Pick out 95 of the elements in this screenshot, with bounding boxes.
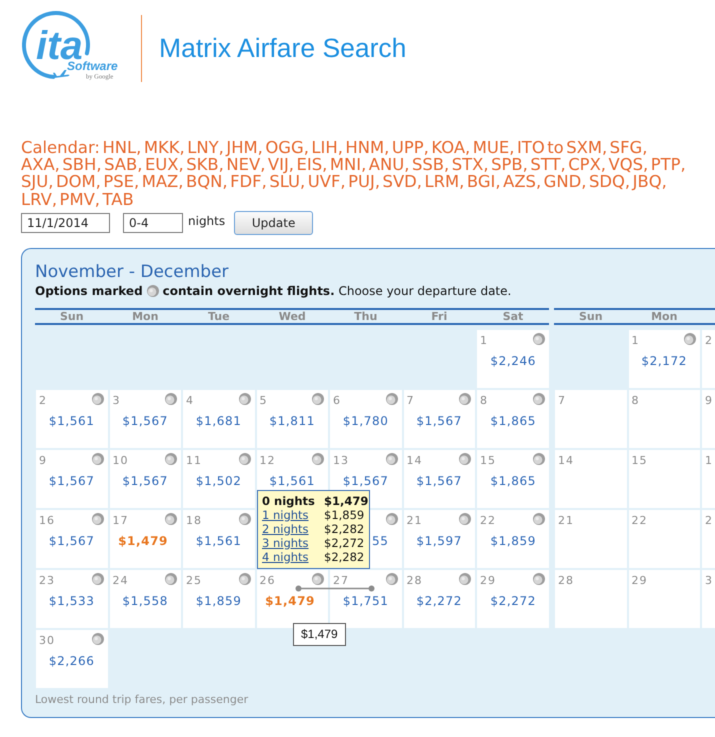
fare-price: $1,811 (269, 414, 315, 428)
fare-price: $1,567 (342, 474, 388, 488)
day-number: 5 (260, 394, 268, 407)
fare-price: $1,567 (48, 534, 94, 548)
day-number: 29 (480, 574, 496, 587)
day-number: 2 (705, 334, 713, 347)
fare-price: $1,479 (118, 534, 168, 548)
day-number: 28 (558, 574, 574, 587)
fare-price: $2,172 (641, 354, 687, 368)
fare-price: $1,567 (416, 414, 462, 428)
day-number: 25 (186, 574, 202, 587)
day-number: 8 (480, 394, 488, 407)
day-number: 28 (406, 574, 422, 587)
day-number: 21 (558, 514, 574, 527)
weekday-label: Fri (430, 310, 448, 323)
day-number: 7 (558, 394, 566, 407)
day-number: 18 (186, 514, 202, 527)
day-number: 3 (112, 394, 120, 407)
fare-price: $1,567 (48, 474, 94, 488)
logo-subtitle: Software (67, 59, 118, 73)
option-price: $2,282 (324, 550, 366, 564)
fare-price: $1,751 (342, 594, 388, 608)
fare-price: $1,561 (196, 534, 242, 548)
day-number: 8 (632, 394, 640, 407)
fare-price: $1,681 (196, 414, 242, 428)
weekday-label: Tue (206, 310, 231, 323)
footnote: Lowest round trip fares, per passenger (35, 692, 250, 706)
day-number: 15 (632, 454, 648, 467)
day-number: 11 (186, 454, 202, 467)
fare-price: $1,479 (265, 594, 315, 608)
day-number: 22 (632, 514, 648, 527)
day-number: 1 (632, 334, 640, 347)
day-number: 1 (480, 334, 488, 347)
day-number: 21 (406, 514, 422, 527)
price-tooltip: $1,479 (293, 622, 346, 646)
fare-price: $1,558 (122, 594, 168, 608)
day-number: 10 (112, 454, 128, 467)
fare-price: $1,865 (490, 474, 536, 488)
nights-option: 0 nights (262, 494, 315, 508)
day-number: 7 (406, 394, 414, 407)
option-price: $1,859 (324, 508, 366, 522)
day-number: 1 (705, 454, 713, 467)
fare-price: $1,865 (490, 414, 536, 428)
fare-price: $1,567 (122, 414, 168, 428)
day-number: 27 (333, 574, 349, 587)
fare-price: $1,597 (416, 534, 462, 548)
day-number: 2 (39, 394, 47, 407)
option-price: $2,282 (324, 522, 366, 536)
legend-text: Options marked (35, 284, 143, 298)
weekday-label: Mon (131, 310, 160, 323)
day-number: 9 (705, 394, 713, 407)
day-number: 9 (39, 454, 47, 467)
day-number: 2 (705, 514, 713, 527)
calendar-title: November - December (35, 260, 230, 283)
fare-price: $2,246 (490, 354, 536, 368)
day-number: 29 (632, 574, 648, 587)
nights-label: nights (188, 214, 226, 228)
day-number: 30 (39, 634, 55, 647)
day-number: 3 (705, 574, 713, 587)
calendar-heading: Calendar: HNL, MKK, LNY, JHM, OGG, LIH, HNM, UPP, KOA, MUE, ITO to SXM, SFG, AXA, SBH, SAB, EUX, SKB, NEV, VIJ, EIS, MNI, ANU, SSB, STX, SPB, STT, CPX, VQS, PTP, SJU, DOM, PSE, MAZ, BQN, FDF, SLU, UVF, PUJ, SVD, LRM, BGI, AZS, GND, SDQ, JBQ, LRV, PMV, TAB (21, 139, 687, 208)
day-number: 6 (333, 394, 341, 407)
fare-price: $1,502 (196, 474, 242, 488)
fare-price: $2,272 (416, 594, 462, 608)
weekday-label: Sun (578, 310, 604, 323)
fare-price: $1,533 (48, 594, 94, 608)
legend-text: contain overnight flights. Choose your departure date. (162, 284, 512, 298)
day-number: 4 (186, 394, 194, 407)
day-number: 14 (558, 454, 574, 467)
fare-price: $1,859 (196, 594, 242, 608)
day-number: 13 (333, 454, 349, 467)
day-number: 23 (39, 574, 55, 587)
day-number: 12 (260, 454, 276, 467)
page-title: Matrix Airfare Search (159, 33, 406, 63)
fare-price: 55 (372, 534, 388, 548)
option-price: $2,272 (324, 536, 366, 550)
day-number: 15 (480, 454, 496, 467)
fare-price: $1,780 (342, 414, 388, 428)
day-number: 22 (480, 514, 496, 527)
fare-price: $1,561 (269, 474, 315, 488)
fare-price: $2,266 (48, 654, 94, 668)
weekday-label: Sun (58, 310, 85, 323)
fare-price: $1,561 (48, 414, 94, 428)
day-number: 16 (39, 514, 55, 527)
weekday-label: Thu (353, 310, 378, 323)
weekday-label: Mon (650, 310, 678, 323)
day-number: 14 (406, 454, 422, 467)
day-number: 24 (112, 574, 128, 587)
weekday-label: Sat (502, 310, 524, 323)
fare-price: $1,859 (490, 534, 536, 548)
fare-price: $2,272 (490, 594, 536, 608)
weekday-label: Wed (278, 310, 307, 323)
fare-price: $1,567 (416, 474, 462, 488)
day-number: 26 (260, 574, 276, 587)
fare-price: $1,567 (122, 474, 168, 488)
day-number: 17 (112, 514, 128, 527)
